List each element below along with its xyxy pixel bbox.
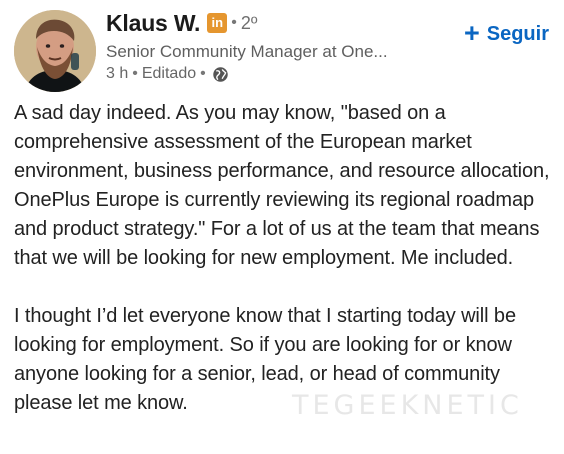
meta-separator: • (200, 65, 206, 82)
connection-degree: 2º (240, 12, 258, 33)
plus-icon: + (463, 17, 480, 48)
follow-button[interactable]: + Seguir (447, 18, 549, 50)
author-row: Klaus W. in • 2º (106, 6, 446, 40)
linkedin-badge-icon: in (207, 13, 228, 33)
avatar-photo-icon (14, 10, 96, 92)
post-meta: 3 h • Editado • (106, 65, 446, 83)
post-body: A sad day indeed. As you may know, "base… (14, 99, 552, 418)
avatar[interactable] (14, 10, 96, 92)
meta-separator: • (132, 65, 138, 82)
post-paragraph: I thought I’d let everyone know that I s… (14, 305, 516, 414)
edited-label: Editado (141, 65, 197, 82)
author-block: Klaus W. in • 2º Senior Community Manage… (106, 6, 446, 92)
author-title: Senior Community Manager at One... (106, 42, 388, 61)
degree-separator: • (231, 14, 237, 31)
post-paragraph: A sad day indeed. As you may know, "base… (14, 102, 550, 269)
author-name[interactable]: Klaus W. (106, 10, 200, 37)
post-header: Klaus W. in • 2º Senior Community Manage… (14, 6, 550, 92)
post-age: 3 h (106, 65, 129, 82)
globe-icon (213, 66, 228, 82)
follow-label: Seguir (486, 22, 549, 45)
